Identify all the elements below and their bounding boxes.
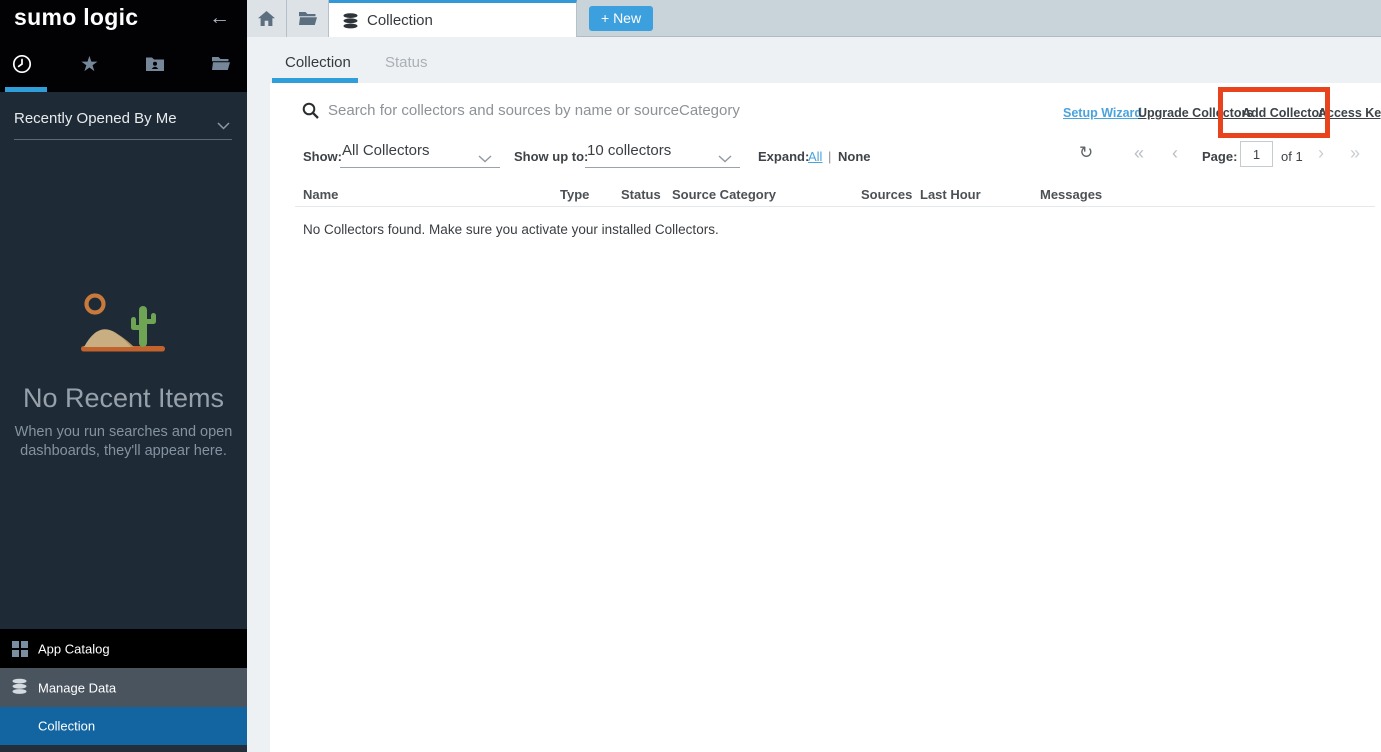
app-catalog-grid-icon: [12, 641, 28, 657]
search-input[interactable]: [328, 96, 948, 124]
collection-document-tab[interactable]: Collection: [329, 0, 577, 38]
previous-page-icon[interactable]: ‹: [1172, 143, 1178, 164]
page-size-dropdown[interactable]: 10 collectors: [585, 142, 740, 168]
sidebar-footer: [0, 745, 247, 752]
chevron-down-icon: [478, 150, 492, 167]
empty-table-message: No Collectors found. Make sure you activ…: [303, 222, 719, 237]
page-label: Page:: [1202, 149, 1237, 164]
nav-label: Manage Data: [38, 680, 116, 695]
sun-icon: [87, 296, 104, 313]
document-tab-label: Collection: [367, 12, 433, 29]
refresh-icon[interactable]: ↻: [1079, 143, 1093, 163]
sumo-logic-logo: sumo logic: [14, 4, 138, 31]
database-icon: [343, 13, 358, 29]
chevron-down-icon: [217, 117, 230, 134]
expand-all-link[interactable]: All: [808, 149, 822, 164]
sub-tab-strip: Collection Status: [247, 37, 1381, 83]
collapse-sidebar-icon[interactable]: ←: [209, 6, 230, 30]
sidebar-item-manage-data[interactable]: Manage Data: [0, 668, 247, 707]
upgrade-collectors-link[interactable]: Upgrade Collectors: [1138, 106, 1253, 120]
expand-label: Expand:: [758, 149, 809, 164]
tab-status[interactable]: Status: [385, 54, 428, 71]
shared-content-folder-icon[interactable]: [146, 56, 164, 76]
content-gutter: [247, 83, 270, 752]
separator: |: [828, 149, 831, 164]
first-page-icon[interactable]: «: [1134, 143, 1144, 164]
new-button[interactable]: + New: [589, 6, 653, 31]
nav-label: App Catalog: [38, 641, 110, 656]
no-recent-items-caption: When you run searches and open dashboard…: [14, 423, 233, 461]
sidebar-header: sumo logic ← ★: [0, 0, 247, 92]
collection-panel: Setup Wizard Upgrade Collectors Add Coll…: [270, 83, 1381, 752]
access-keys-link[interactable]: Access Keys: [1318, 106, 1381, 120]
setup-wizard-link[interactable]: Setup Wizard: [1063, 106, 1142, 120]
show-collectors-value: All Collectors: [342, 142, 430, 159]
col-header-status[interactable]: Status: [621, 187, 661, 202]
show-up-to-label: Show up to:: [514, 149, 588, 164]
add-collector-link[interactable]: Add Collector: [1242, 106, 1324, 120]
sidebar: sumo logic ← ★ Recently Opened By Me: [0, 0, 247, 752]
search-icon: [302, 102, 320, 125]
show-collectors-dropdown[interactable]: All Collectors: [340, 142, 500, 168]
table-header-divider: [295, 206, 1375, 207]
col-header-name[interactable]: Name: [303, 187, 338, 202]
sidebar-item-app-catalog[interactable]: App Catalog: [0, 629, 247, 668]
no-recent-items-title: No Recent Items: [0, 383, 247, 414]
page-size-value: 10 collectors: [587, 142, 671, 159]
col-header-messages[interactable]: Messages: [1040, 187, 1102, 202]
home-icon: [258, 11, 275, 26]
desert-illustration: [81, 292, 165, 360]
home-tab-button[interactable]: [247, 0, 287, 37]
show-label: Show:: [303, 149, 342, 164]
folder-tab-button[interactable]: [287, 0, 329, 37]
col-header-source-category[interactable]: Source Category: [672, 187, 776, 202]
tab-collection[interactable]: Collection: [285, 54, 351, 71]
sidebar-item-collection[interactable]: Collection: [0, 707, 247, 745]
folder-icon: [299, 12, 317, 25]
nav-label: Collection: [38, 719, 95, 734]
recent-filter-dropdown[interactable]: Recently Opened By Me: [14, 110, 232, 140]
recents-clock-icon[interactable]: [12, 54, 32, 79]
database-icon: [12, 678, 27, 697]
recent-filter-label: Recently Opened By Me: [14, 110, 177, 127]
col-header-type[interactable]: Type: [560, 187, 589, 202]
page-count-label: of 1: [1281, 149, 1303, 164]
library-folder-icon[interactable]: [212, 57, 230, 75]
favorites-star-icon[interactable]: ★: [80, 52, 99, 77]
page-number-input[interactable]: [1240, 141, 1273, 167]
expand-none-link[interactable]: None: [838, 149, 871, 164]
sand-hill: [84, 329, 134, 347]
document-tab-strip: Collection + New: [247, 0, 1381, 37]
active-tab-indicator: [5, 87, 47, 92]
last-page-icon[interactable]: »: [1350, 143, 1360, 164]
col-header-last-hour[interactable]: Last Hour: [920, 187, 981, 202]
col-header-sources[interactable]: Sources: [861, 187, 912, 202]
chevron-down-icon: [718, 150, 732, 167]
next-page-icon[interactable]: ›: [1318, 143, 1324, 164]
